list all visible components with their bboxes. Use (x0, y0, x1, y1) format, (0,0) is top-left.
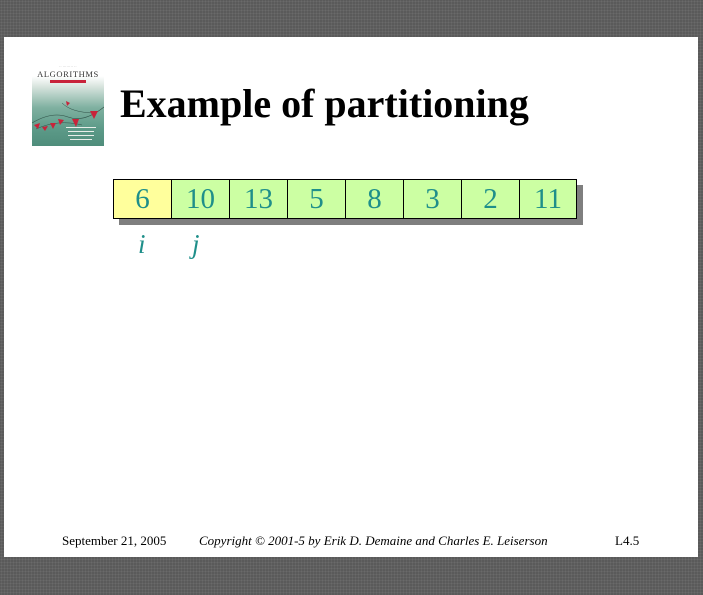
pointer-i-label: i (138, 229, 146, 259)
array: 6 10 13 5 8 3 2 11 (113, 179, 577, 219)
slide-title: Example of partitioning (120, 81, 529, 126)
book-cover-image: ·· ········ ·· ALGORITHMS (32, 61, 104, 146)
footer-date: September 21, 2005 (62, 533, 167, 548)
slide: ·· ········ ·· ALGORITHMS Example of par… (4, 37, 698, 557)
array-cell: 11 (519, 179, 577, 219)
array-cell: 13 (229, 179, 287, 219)
array-cell: 2 (461, 179, 519, 219)
array-cell: 3 (403, 179, 461, 219)
array-cell: 8 (345, 179, 403, 219)
array-cell: 5 (287, 179, 345, 219)
book-cover-mobile-art (32, 101, 104, 140)
pointer-j-label: j (192, 229, 200, 259)
book-cover-title: ALGORITHMS (37, 69, 99, 79)
footer-copyright: Copyright © 2001-5 by Erik D. Demaine an… (199, 533, 548, 548)
footer-page-number: L4.5 (615, 533, 640, 548)
array-cell-pivot: 6 (113, 179, 171, 219)
array-cell: 10 (171, 179, 229, 219)
